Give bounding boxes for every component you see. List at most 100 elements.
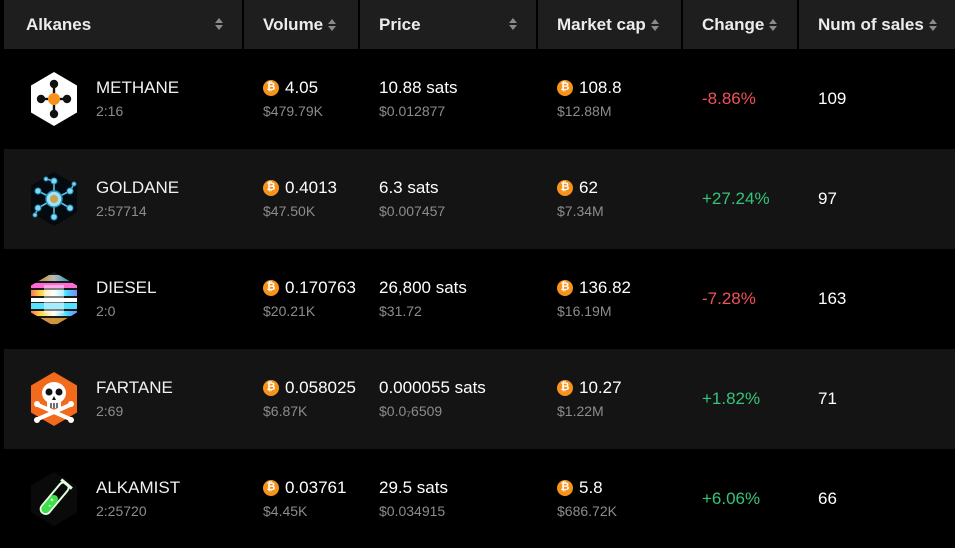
price-usd: $0.007457 <box>379 203 446 219</box>
change-value: +1.82% <box>683 349 799 449</box>
test-tube-icon <box>31 472 77 526</box>
table-row[interactable]: DIESEL 2:0 ₿ 0.170763 $20.21K 26,800 sats $3… <box>0 249 955 349</box>
bitcoin-icon: ₿ <box>263 479 279 496</box>
sales-value: 163 <box>799 249 955 349</box>
sort-icon <box>928 19 937 32</box>
sort-icon <box>215 18 223 30</box>
market-cap-usd: $16.19M <box>557 303 612 319</box>
asset-name: FARTANE <box>96 378 173 397</box>
price-cell: 29.5 sats $0.034915 <box>360 449 538 548</box>
volume-value: 4.05 <box>285 78 319 97</box>
volume-usd: $6.87K <box>263 403 308 419</box>
asset-name: GOLDANE <box>96 178 180 197</box>
price-value: 6.3 sats <box>379 178 439 197</box>
col-header-label: Num of sales <box>818 14 924 34</box>
col-header-alkanes[interactable]: Alkanes <box>0 0 244 49</box>
sort-icon <box>328 19 337 32</box>
asset-id: 2:0 <box>96 303 116 319</box>
change-value: -8.86% <box>683 49 799 149</box>
sales-value: 97 <box>799 149 955 249</box>
volume-value: 0.058025 <box>285 378 356 397</box>
col-header-label: Volume <box>263 14 324 34</box>
col-header-num-sales[interactable]: Num of sales <box>799 0 955 49</box>
table-row[interactable]: ALKAMIST 2:25720 ₿ 0.03761 $4.45K 29.5 sats… <box>0 449 955 548</box>
market-cap-usd: $1.22M <box>557 403 604 419</box>
price-usd: $0.0₇6509 <box>379 403 443 419</box>
asset-cell: METHANE 2:16 <box>0 49 244 149</box>
alkanes-table: Alkanes Volume Price Market cap Change N… <box>0 0 955 548</box>
price-usd: $0.012877 <box>379 103 446 119</box>
table-row[interactable]: METHANE 2:16 ₿ 4.05 $479.79K 10.88 sats $0.0… <box>0 49 955 149</box>
asset-name: METHANE <box>96 78 180 97</box>
market-cap-usd: $7.34M <box>557 203 604 219</box>
price-usd: $0.034915 <box>379 503 446 519</box>
bitcoin-icon: ₿ <box>263 279 279 296</box>
sales-value: 71 <box>799 349 955 449</box>
volume-usd: $4.45K <box>263 503 308 519</box>
methane-molecule-icon <box>31 72 77 126</box>
bitcoin-icon: ₿ <box>263 79 279 96</box>
col-header-change[interactable]: Change <box>683 0 799 49</box>
volume-usd: $47.50K <box>263 203 316 219</box>
market-cap-cell: ₿ 62 $7.34M <box>538 149 683 249</box>
table-row[interactable]: FARTANE 2:69 ₿ 0.058025 $6.87K 0.000055 sat… <box>0 349 955 449</box>
change-value: +6.06% <box>683 449 799 548</box>
volume-cell: ₿ 0.170763 $20.21K <box>244 249 360 349</box>
diesel-glitch-icon <box>31 272 77 326</box>
sort-icon <box>509 18 517 30</box>
market-cap-value: 5.8 <box>579 478 603 497</box>
asset-id: 2:16 <box>96 103 124 119</box>
skull-crossbones-icon <box>31 372 77 426</box>
price-value: 10.88 sats <box>379 78 458 97</box>
col-header-price[interactable]: Price <box>360 0 538 49</box>
col-header-volume[interactable]: Volume <box>244 0 360 49</box>
market-cap-cell: ₿ 5.8 $686.72K <box>538 449 683 548</box>
col-header-label: Change <box>702 14 765 34</box>
market-cap-value: 108.8 <box>579 78 622 97</box>
bitcoin-icon: ₿ <box>557 379 573 396</box>
bitcoin-icon: ₿ <box>557 179 573 196</box>
table-row[interactable]: GOLDANE 2:57714 ₿ 0.4013 $47.50K 6.3 sats $0… <box>0 149 955 249</box>
market-cap-cell: ₿ 10.27 $1.22M <box>538 349 683 449</box>
price-value: 29.5 sats <box>379 478 448 497</box>
market-cap-value: 10.27 <box>579 378 622 397</box>
price-cell: 6.3 sats $0.007457 <box>360 149 538 249</box>
col-header-label: Market cap <box>557 14 646 34</box>
col-header-label: Price <box>379 14 421 34</box>
bitcoin-icon: ₿ <box>263 179 279 196</box>
table-header-row: Alkanes Volume Price Market cap Change N… <box>0 0 955 49</box>
volume-usd: $479.79K <box>263 103 323 119</box>
col-header-label: Alkanes <box>26 14 92 34</box>
sales-value: 109 <box>799 49 955 149</box>
market-cap-usd: $12.88M <box>557 103 612 119</box>
asset-name: ALKAMIST <box>96 478 181 497</box>
volume-value: 0.4013 <box>285 178 337 197</box>
market-cap-cell: ₿ 108.8 $12.88M <box>538 49 683 149</box>
volume-cell: ₿ 0.058025 $6.87K <box>244 349 360 449</box>
volume-value: 0.03761 <box>285 478 347 497</box>
volume-cell: ₿ 4.05 $479.79K <box>244 49 360 149</box>
col-header-market-cap[interactable]: Market cap <box>538 0 683 49</box>
price-value: 0.000055 sats <box>379 378 486 397</box>
bitcoin-icon: ₿ <box>557 479 573 496</box>
asset-cell: DIESEL 2:0 <box>0 249 244 349</box>
price-cell: 0.000055 sats $0.0₇6509 <box>360 349 538 449</box>
volume-usd: $20.21K <box>263 303 316 319</box>
change-value: +27.24% <box>683 149 799 249</box>
asset-cell: FARTANE 2:69 <box>0 349 244 449</box>
sort-icon <box>769 19 778 32</box>
market-cap-usd: $686.72K <box>557 503 617 519</box>
market-cap-value: 62 <box>579 178 598 197</box>
goldane-molecule-icon <box>31 172 77 226</box>
volume-cell: ₿ 0.03761 $4.45K <box>244 449 360 548</box>
volume-value: 0.170763 <box>285 278 356 297</box>
asset-cell: ALKAMIST 2:25720 <box>0 449 244 548</box>
bitcoin-icon: ₿ <box>557 279 573 296</box>
sales-value: 66 <box>799 449 955 548</box>
price-cell: 26,800 sats $31.72 <box>360 249 538 349</box>
price-cell: 10.88 sats $0.012877 <box>360 49 538 149</box>
asset-id: 2:57714 <box>96 203 147 219</box>
asset-id: 2:25720 <box>96 503 147 519</box>
asset-name: DIESEL <box>96 278 157 297</box>
volume-cell: ₿ 0.4013 $47.50K <box>244 149 360 249</box>
